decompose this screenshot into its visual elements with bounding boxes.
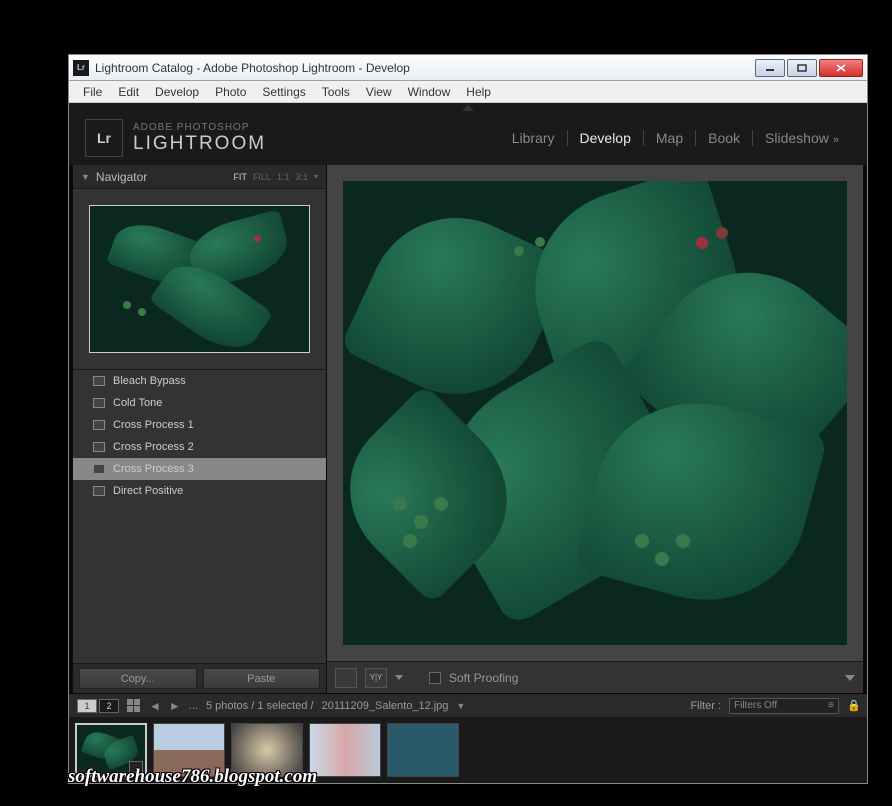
paste-button[interactable]: Paste (203, 668, 321, 689)
close-button[interactable] (819, 59, 863, 77)
menu-photo[interactable]: Photo (207, 83, 254, 101)
filter-select[interactable]: Filters Off≡ (729, 698, 839, 714)
before-after-lr-icon[interactable]: Y|Y (365, 668, 387, 688)
display-2-button[interactable]: 2 (99, 699, 119, 713)
module-slideshow[interactable]: Slideshow» (753, 130, 851, 146)
zoom-3to1[interactable]: 3:1 (295, 172, 308, 182)
minimize-button[interactable] (755, 59, 785, 77)
thumbnail[interactable] (309, 723, 381, 777)
module-develop[interactable]: Develop (568, 130, 644, 146)
preset-item-selected[interactable]: Cross Process 3 (73, 458, 326, 480)
breadcrumb-dots[interactable]: ... (189, 700, 198, 712)
zoom-dropdown-icon[interactable]: ▾ (314, 172, 318, 182)
menu-file[interactable]: File (75, 83, 110, 101)
brand-line1: ADOBE PHOTOSHOP (133, 122, 266, 133)
toolbar-expand-icon[interactable] (845, 675, 855, 681)
left-panel: ▼ Navigator FIT FILL 1:1 3:1 ▾ (73, 165, 327, 693)
module-picker: Library Develop Map Book Slideshow» (500, 130, 851, 146)
menubar: File Edit Develop Photo Settings Tools V… (69, 81, 867, 103)
photo-count-text: 5 photos / 1 selected / (206, 700, 314, 712)
preset-icon (93, 376, 105, 386)
navigator-preview[interactable] (73, 189, 326, 369)
preset-list: Bleach Bypass Cold Tone Cross Process 1 … (73, 369, 326, 663)
prev-photo-icon[interactable]: ◄ (149, 699, 161, 713)
preset-icon (93, 464, 105, 474)
develop-toolbar: Y|Y Soft Proofing (327, 661, 863, 693)
filter-label: Filter : (690, 700, 721, 712)
app-body: Lr ADOBE PHOTOSHOP LIGHTROOM Library Dev… (69, 103, 867, 783)
preset-item[interactable]: Direct Positive (73, 480, 326, 502)
identity-logo: Lr (85, 119, 123, 157)
brand-line2: LIGHTROOM (133, 133, 266, 155)
window-controls (755, 59, 863, 77)
menu-develop[interactable]: Develop (147, 83, 207, 101)
zoom-fill[interactable]: FILL (253, 172, 271, 182)
preset-item[interactable]: Cold Tone (73, 392, 326, 414)
soft-proofing-label: Soft Proofing (449, 671, 518, 685)
preset-icon (93, 486, 105, 496)
soft-proofing-checkbox[interactable] (429, 672, 441, 684)
menu-window[interactable]: Window (400, 83, 459, 101)
secondary-display-picker: 1 2 (77, 699, 119, 713)
preset-icon (93, 398, 105, 408)
filter-lock-icon[interactable]: 🔒 (847, 699, 859, 713)
window-title: Lightroom Catalog - Adobe Photoshop Ligh… (95, 61, 755, 75)
filmstrip-header: 1 2 ◄ ► ... 5 photos / 1 selected / 2011… (69, 693, 867, 717)
navigator-title: Navigator (96, 170, 147, 184)
loupe-view-icon[interactable] (335, 668, 357, 688)
current-filename: 20111209_Salento_12.jpg (322, 700, 449, 712)
zoom-fit[interactable]: FIT (233, 172, 247, 182)
display-1-button[interactable]: 1 (77, 699, 97, 713)
copy-paste-bar: Copy... Paste (73, 663, 326, 693)
menu-view[interactable]: View (358, 83, 400, 101)
preset-item[interactable]: Bleach Bypass (73, 370, 326, 392)
watermark-text: softwarehouse786.blogspot.com (68, 766, 317, 788)
before-after-icons: Y|Y (365, 668, 387, 688)
content-row: ▼ Navigator FIT FILL 1:1 3:1 ▾ (69, 165, 867, 693)
preset-icon (93, 442, 105, 452)
module-book[interactable]: Book (696, 130, 753, 146)
module-map[interactable]: Map (644, 130, 696, 146)
main-image-viewer[interactable] (343, 181, 847, 645)
preset-item[interactable]: Cross Process 2 (73, 436, 326, 458)
navigator-image[interactable] (89, 205, 310, 353)
branding-text: ADOBE PHOTOSHOP LIGHTROOM (133, 122, 266, 155)
right-panel-toggle[interactable] (863, 165, 867, 693)
navigator-zoom-options: FIT FILL 1:1 3:1 ▾ (233, 172, 318, 182)
maximize-button[interactable] (787, 59, 817, 77)
triangle-down-icon: ▼ (81, 172, 90, 182)
menu-edit[interactable]: Edit (110, 83, 147, 101)
view-options-dropdown-icon[interactable] (395, 675, 403, 680)
titlebar[interactable]: Lr Lightroom Catalog - Adobe Photoshop L… (69, 55, 867, 81)
next-photo-icon[interactable]: ► (169, 699, 181, 713)
identity-plate-row: Lr ADOBE PHOTOSHOP LIGHTROOM Library Dev… (69, 111, 867, 165)
navigator-header[interactable]: ▼ Navigator FIT FILL 1:1 3:1 ▾ (73, 165, 326, 189)
menu-help[interactable]: Help (458, 83, 499, 101)
chevron-right-icon: » (833, 134, 839, 146)
app-icon: Lr (73, 60, 89, 76)
grid-view-icon[interactable] (127, 699, 141, 713)
menu-tools[interactable]: Tools (314, 83, 358, 101)
menu-settings[interactable]: Settings (254, 83, 313, 101)
breadcrumb-dropdown-icon[interactable]: ▼ (456, 701, 465, 711)
center-panel: Y|Y Soft Proofing (327, 165, 863, 693)
module-library[interactable]: Library (500, 130, 568, 146)
preset-item[interactable]: Cross Process 1 (73, 414, 326, 436)
app-window: Lr Lightroom Catalog - Adobe Photoshop L… (68, 54, 868, 784)
copy-button[interactable]: Copy... (79, 668, 197, 689)
top-panel-toggle-icon[interactable] (462, 104, 474, 111)
zoom-1to1[interactable]: 1:1 (277, 172, 290, 182)
thumbnail[interactable] (387, 723, 459, 777)
preset-icon (93, 420, 105, 430)
